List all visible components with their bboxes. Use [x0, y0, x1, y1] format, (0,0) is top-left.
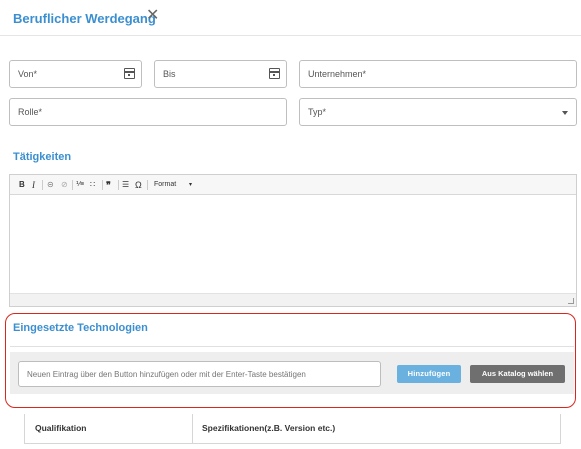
technology-entry-input[interactable] — [18, 361, 381, 387]
toolbar-divider — [118, 180, 119, 190]
bis-date-field[interactable]: Bis — [154, 60, 287, 88]
dialog-title: Beruflicher Werdegang — [13, 11, 156, 26]
bold-button[interactable]: B — [19, 179, 25, 191]
format-dropdown[interactable]: Format — [154, 179, 176, 191]
horizontal-rule-icon[interactable]: ☰ — [122, 179, 129, 191]
qualifications-table-header: Qualifikation Spezifikationen(z.B. Versi… — [24, 414, 561, 444]
taetigkeiten-title: Tätigkeiten — [13, 151, 72, 163]
bis-label: Bis — [163, 69, 176, 79]
column-divider — [560, 414, 561, 444]
calendar-icon[interactable] — [269, 68, 280, 79]
toolbar-divider — [102, 180, 103, 190]
dialog-header: Beruflicher Werdegang ✕ — [0, 0, 581, 36]
von-label: Von* — [18, 69, 38, 79]
catalog-button[interactable]: Aus Katalog wählen — [470, 365, 565, 383]
column-divider — [192, 414, 193, 444]
special-char-icon[interactable]: Ω — [135, 179, 142, 191]
unternehmen-label: Unternehmen* — [308, 69, 367, 79]
editor-statusbar — [10, 293, 576, 306]
toolbar-divider — [72, 180, 73, 190]
blockquote-icon[interactable]: ❞ — [106, 179, 111, 191]
typ-label: Typ* — [308, 107, 327, 117]
toolbar-divider — [147, 180, 148, 190]
resize-handle-icon[interactable] — [568, 298, 574, 304]
column-divider — [24, 414, 25, 444]
technologies-divider — [10, 346, 574, 347]
unlink-icon[interactable]: ⊘ — [61, 179, 68, 191]
toolbar-divider — [42, 180, 43, 190]
chevron-down-icon[interactable]: ▾ — [189, 179, 192, 191]
bulleted-list-icon[interactable]: ∷ — [90, 179, 95, 191]
numbered-list-icon[interactable]: ⅟≡ — [76, 179, 84, 191]
rolle-label: Rolle* — [18, 107, 43, 117]
italic-button[interactable]: I — [32, 179, 35, 191]
von-date-field[interactable]: Von* — [9, 60, 142, 88]
column-header-qualifikation[interactable]: Qualifikation — [35, 423, 86, 433]
rolle-field[interactable]: Rolle* — [9, 98, 287, 126]
column-header-spezifikationen[interactable]: Spezifikationen(z.B. Version etc.) — [202, 423, 335, 433]
unternehmen-field[interactable]: Unternehmen* — [299, 60, 577, 88]
typ-select[interactable]: Typ* — [299, 98, 577, 126]
add-button[interactable]: Hinzufügen — [397, 365, 461, 383]
technologien-title: Eingesetzte Technologien — [13, 322, 148, 334]
chevron-down-icon[interactable] — [562, 111, 568, 115]
link-icon[interactable]: ⊝ — [47, 179, 54, 191]
editor-toolbar: B I ⊝ ⊘ ⅟≡ ∷ ❞ ☰ Ω Format ▾ — [10, 175, 576, 195]
close-icon[interactable]: ✕ — [146, 8, 160, 24]
rich-text-editor[interactable]: B I ⊝ ⊘ ⅟≡ ∷ ❞ ☰ Ω Format ▾ — [9, 174, 577, 307]
calendar-icon[interactable] — [124, 68, 135, 79]
